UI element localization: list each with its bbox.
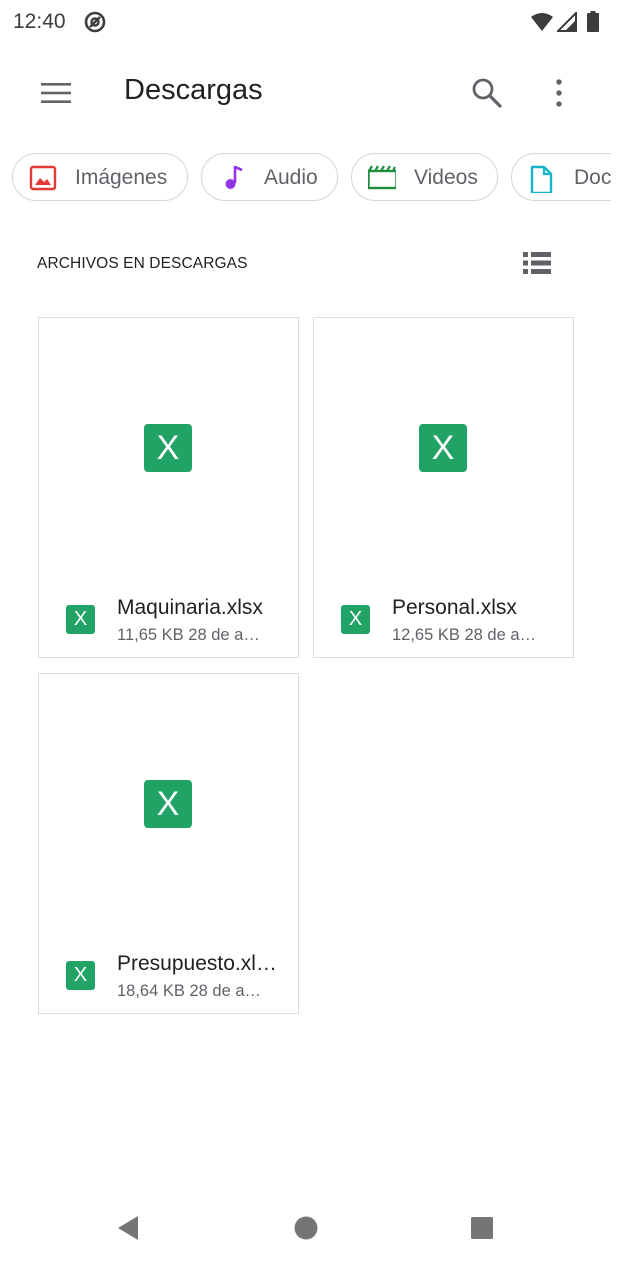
status-time: 12:40 [13, 10, 66, 33]
excel-file-icon: X [419, 424, 467, 472]
wifi-icon [531, 13, 553, 31]
chip-label: Imágenes [75, 166, 168, 189]
file-name: Presupuesto.xl… [117, 952, 277, 975]
movie-icon [368, 165, 396, 190]
sync-icon [84, 11, 106, 33]
excel-badge-icon: X [66, 961, 95, 990]
home-icon[interactable] [294, 1216, 318, 1240]
chip-audio[interactable]: Audio [201, 153, 338, 201]
list-view-icon[interactable] [522, 250, 552, 276]
file-card[interactable]: X X Presupuesto.xl… 18,64 KB 28 de a… [38, 673, 299, 1014]
file-date: 28 de a… [464, 626, 537, 644]
file-date: 28 de a… [188, 626, 260, 644]
document-icon [530, 165, 553, 193]
file-date: 28 de a… [189, 982, 262, 1000]
file-size: 18,64 KB [117, 982, 185, 1000]
chip-label: Audio [264, 166, 318, 189]
file-card[interactable]: X X Personal.xlsx 12,65 KB 28 de a… [313, 317, 574, 658]
more-vert-icon[interactable] [548, 76, 570, 110]
battery-icon [587, 11, 599, 32]
page-title: Descargas [124, 74, 263, 106]
image-icon [29, 165, 57, 191]
file-name: Personal.xlsx [392, 596, 517, 619]
chip-images[interactable]: Imágenes [12, 153, 188, 201]
search-icon[interactable] [470, 76, 504, 110]
chip-label: Videos [414, 166, 478, 189]
file-size: 11,65 KB [117, 626, 184, 644]
music-note-icon [225, 165, 243, 189]
chip-label: Doc [574, 166, 611, 189]
section-title: ARCHIVOS EN DESCARGAS [37, 255, 248, 272]
excel-badge-icon: X [66, 605, 95, 634]
file-meta: 12,65 KB 28 de a… [392, 626, 557, 645]
file-meta: 11,65 KB 28 de a… [117, 626, 282, 645]
chip-documents[interactable]: Doc [511, 153, 611, 201]
chip-videos[interactable]: Videos [351, 153, 498, 201]
excel-file-icon: X [144, 424, 192, 472]
file-meta: 18,64 KB 28 de a… [117, 982, 282, 1001]
status-bar: 12:40 [0, 0, 623, 44]
excel-file-icon: X [144, 780, 192, 828]
excel-badge-icon: X [341, 605, 370, 634]
file-name: Maquinaria.xlsx [117, 596, 263, 619]
recents-icon[interactable] [470, 1216, 494, 1240]
file-size: 12,65 KB [392, 626, 460, 644]
menu-icon[interactable] [38, 78, 74, 108]
filter-chips: Imágenes Audio Videos Doc [0, 153, 611, 205]
signal-icon [557, 12, 577, 32]
back-icon[interactable] [116, 1214, 140, 1242]
file-card[interactable]: X X Maquinaria.xlsx 11,65 KB 28 de a… [38, 317, 299, 658]
